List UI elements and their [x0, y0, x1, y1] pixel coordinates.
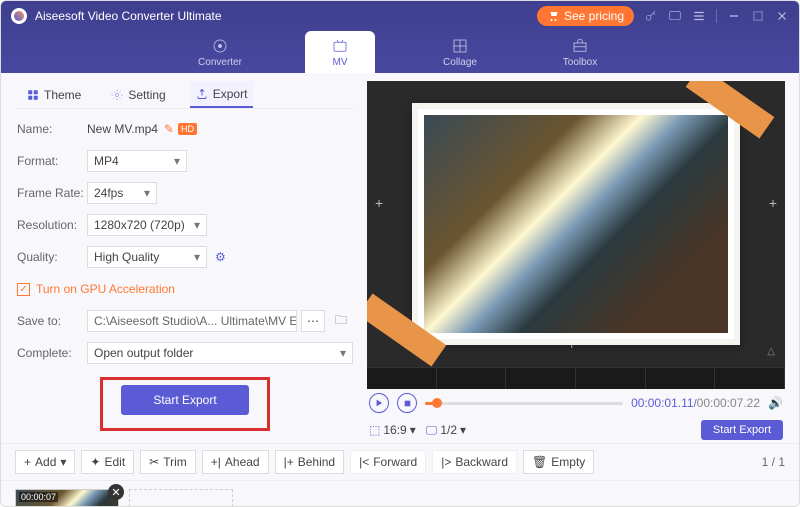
- resolution-label: Resolution:: [17, 218, 87, 232]
- menu-icon[interactable]: [692, 9, 706, 23]
- main-nav: Converter MV Collage Toolbox: [1, 31, 799, 73]
- titlebar: Aiseesoft Video Converter Ultimate See p…: [1, 1, 799, 73]
- behind-icon: |+: [284, 455, 294, 469]
- key-icon[interactable]: [644, 9, 658, 23]
- page-indicator: 1 / 1: [762, 455, 785, 469]
- name-value: New MV.mp4: [87, 122, 158, 136]
- marker-icon: +: [375, 195, 383, 211]
- ahead-icon: +|: [211, 455, 221, 469]
- grid-icon: [27, 89, 39, 101]
- preview-panel: + + + △ 00:00:01.11/00:: [367, 81, 785, 443]
- gpu-checkbox[interactable]: ✓ Turn on GPU Acceleration: [17, 282, 175, 296]
- stop-icon: [404, 400, 411, 407]
- saveto-label: Save to:: [17, 314, 87, 328]
- trash-icon: 🗑: [532, 455, 547, 469]
- forward-button[interactable]: |<Forward: [350, 450, 426, 474]
- collage-icon: [451, 37, 469, 55]
- volume-icon[interactable]: 🔊: [768, 396, 783, 410]
- saveto-path[interactable]: C:\Aiseesoft Studio\A... Ultimate\MV Exp…: [87, 310, 297, 332]
- plus-icon: +: [24, 455, 31, 469]
- format-label: Format:: [17, 154, 87, 168]
- backward-button[interactable]: |>Backward: [432, 450, 517, 474]
- play-icon: [375, 399, 383, 407]
- caret-down-icon: ▾: [194, 250, 200, 264]
- framerate-select[interactable]: 24fps▾: [87, 182, 157, 204]
- hd-badge: HD: [178, 123, 197, 135]
- clip-toolbar: +Add▾ ✦Edit ✂Trim +|Ahead |+Behind |<For…: [1, 443, 799, 481]
- tab-setting[interactable]: Setting: [105, 81, 171, 108]
- ahead-button[interactable]: +|Ahead: [202, 450, 269, 474]
- preview-image: [424, 115, 728, 333]
- tab-export[interactable]: Export: [190, 81, 254, 108]
- app-logo-icon: [11, 8, 27, 24]
- caret-down-icon: ▾: [194, 218, 200, 232]
- stop-button[interactable]: [397, 393, 417, 413]
- check-icon: ✓: [17, 283, 30, 296]
- nav-converter[interactable]: Converter: [185, 31, 255, 73]
- quality-label: Quality:: [17, 250, 87, 264]
- start-export-button-2[interactable]: Start Export: [701, 420, 783, 440]
- trim-button[interactable]: ✂Trim: [140, 450, 196, 474]
- timeline[interactable]: [367, 367, 785, 389]
- edit-name-icon[interactable]: ✎: [164, 122, 174, 136]
- scissors-icon: ✂: [149, 455, 159, 469]
- maximize-button[interactable]: [751, 9, 765, 23]
- export-panel: Theme Setting Export Name: New MV.mp4 ✎ …: [15, 81, 355, 443]
- clip-thumbnails: 00:00:07 ✕ ▷🔇✦✂ +: [1, 481, 799, 507]
- wand-icon: ✦: [90, 455, 100, 469]
- export-icon: [196, 88, 208, 100]
- gear-icon: [111, 89, 123, 101]
- triangle-icon: △: [767, 346, 775, 357]
- mv-icon: [331, 37, 349, 55]
- nav-collage[interactable]: Collage: [425, 31, 495, 73]
- backward-icon: |>: [441, 455, 451, 469]
- highlight-box: [100, 377, 270, 431]
- tab-theme[interactable]: Theme: [21, 81, 87, 108]
- empty-button[interactable]: 🗑Empty: [523, 450, 594, 474]
- framerate-label: Frame Rate:: [17, 186, 87, 200]
- app-window: Aiseesoft Video Converter Ultimate See p…: [0, 0, 800, 507]
- edit-button[interactable]: ✦Edit: [81, 450, 134, 474]
- caret-down-icon: ▾: [144, 186, 150, 200]
- browse-button[interactable]: ⋯: [301, 310, 325, 332]
- progress-bar[interactable]: [425, 402, 623, 405]
- marker-icon: +: [769, 195, 777, 211]
- quality-select[interactable]: High Quality▾: [87, 246, 207, 268]
- toolbox-icon: [571, 37, 589, 55]
- remove-clip-icon[interactable]: ✕: [108, 484, 124, 500]
- nav-toolbox[interactable]: Toolbox: [545, 31, 615, 73]
- resolution-select[interactable]: 1280x720 (720p)▾: [87, 214, 207, 236]
- name-label: Name:: [17, 122, 87, 136]
- aspect-select[interactable]: ⬚16:9▾: [369, 423, 416, 437]
- play-button[interactable]: [369, 393, 389, 413]
- cart-icon: [547, 10, 559, 22]
- caret-down-icon: ▾: [174, 154, 180, 168]
- preview-frame: [412, 103, 740, 345]
- quality-settings-icon[interactable]: ⚙: [215, 250, 226, 264]
- time-display: 00:00:01.11/00:00:07.22: [631, 396, 760, 410]
- see-pricing-button[interactable]: See pricing: [537, 6, 634, 26]
- add-button[interactable]: +Add▾: [15, 450, 75, 474]
- complete-label: Complete:: [17, 346, 87, 360]
- behind-button[interactable]: |+Behind: [275, 450, 345, 474]
- frame-nav-select[interactable]: 🖵1/2▾: [426, 423, 466, 438]
- app-title: Aiseesoft Video Converter Ultimate: [35, 9, 222, 23]
- clip-duration: 00:00:07: [19, 492, 58, 502]
- caret-down-icon: ▾: [340, 346, 346, 360]
- complete-select[interactable]: Open output folder▾: [87, 342, 353, 364]
- minimize-button[interactable]: [727, 9, 741, 23]
- close-button[interactable]: [775, 9, 789, 23]
- converter-icon: [211, 37, 229, 55]
- forward-icon: |<: [359, 455, 369, 469]
- clip-thumbnail[interactable]: 00:00:07 ✕ ▷🔇✦✂: [15, 489, 119, 507]
- format-select[interactable]: MP4▾: [87, 150, 187, 172]
- video-preview[interactable]: + + + △: [367, 81, 785, 367]
- nav-mv[interactable]: MV: [305, 31, 375, 73]
- open-folder-icon[interactable]: 🗀: [329, 310, 353, 332]
- feedback-icon[interactable]: [668, 9, 682, 23]
- add-clip-button[interactable]: +: [129, 489, 233, 507]
